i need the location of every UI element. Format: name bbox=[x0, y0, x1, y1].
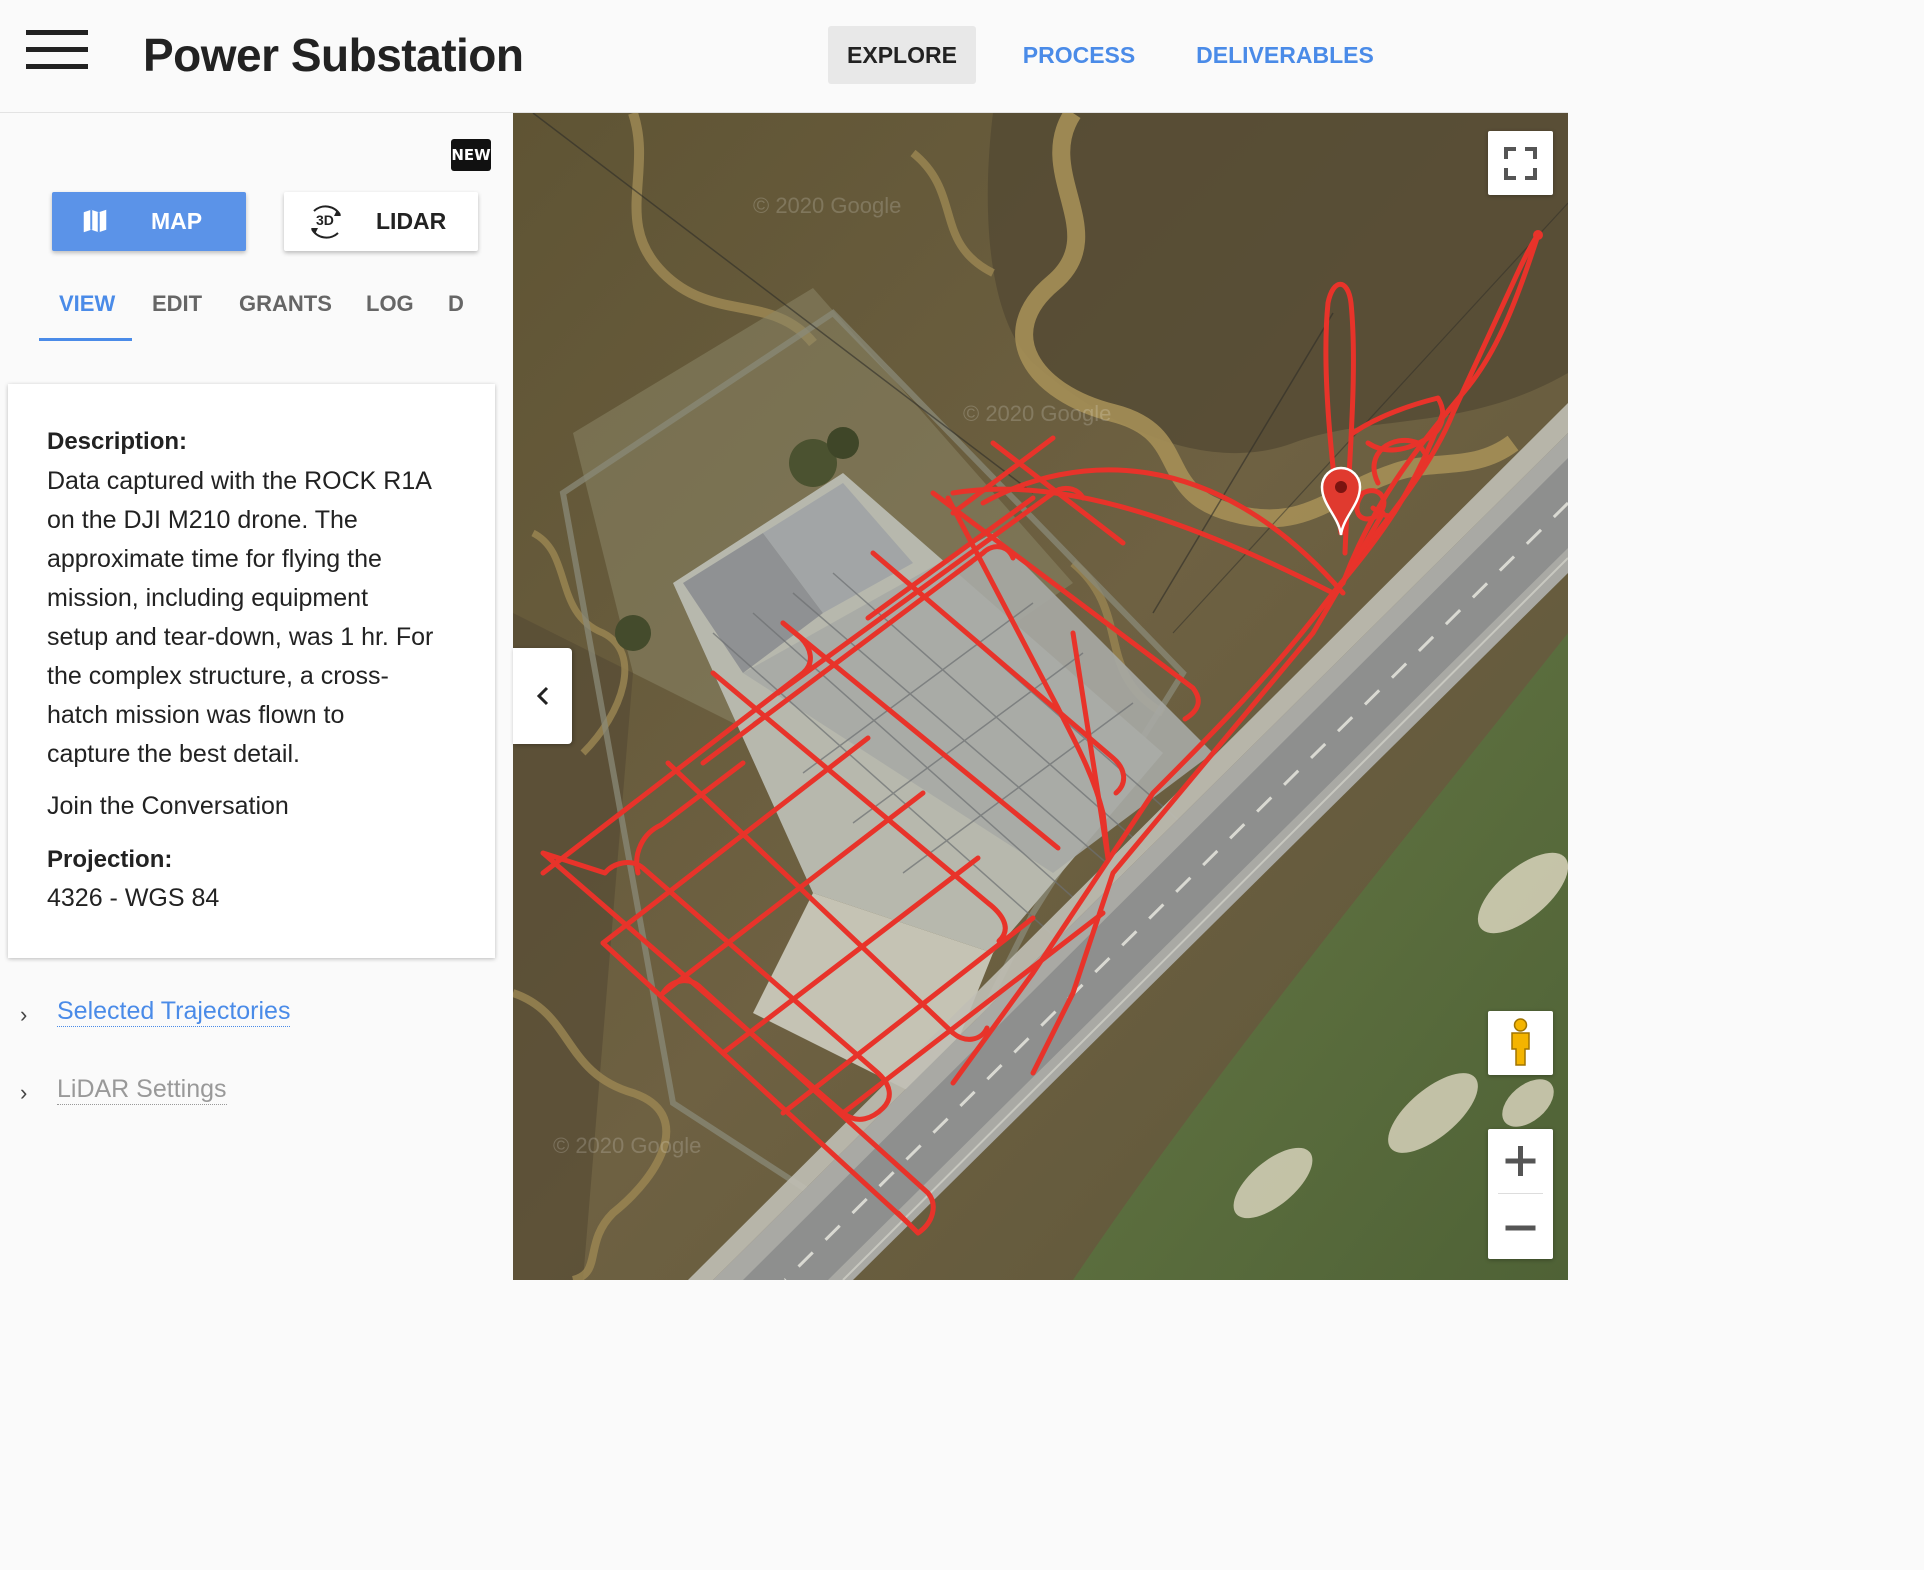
3d-rotate-icon: 3D bbox=[306, 203, 346, 241]
lidar-button-label: LIDAR bbox=[376, 208, 447, 234]
chevron-right-icon: › bbox=[20, 1002, 28, 1027]
map-icon bbox=[80, 206, 110, 241]
projection-label: Projection: bbox=[47, 846, 173, 873]
lidar-view-button[interactable]: 3D LIDAR bbox=[284, 192, 478, 251]
tab-explore[interactable]: EXPLORE bbox=[828, 26, 976, 84]
hamburger-menu-icon[interactable] bbox=[26, 30, 88, 70]
satellite-map[interactable]: © 2020 Google © 2020 Google © 2020 Googl… bbox=[513, 113, 1568, 1280]
lidar-settings-label: LiDAR Settings bbox=[57, 1075, 227, 1105]
map-watermark: © 2020 Google bbox=[963, 401, 1111, 426]
collapse-sidebar-button[interactable] bbox=[513, 648, 572, 744]
zoom-out-icon bbox=[1505, 1225, 1536, 1231]
subtab-grants[interactable]: GRANTS bbox=[239, 287, 332, 327]
fullscreen-button[interactable] bbox=[1488, 131, 1553, 195]
fullscreen-icon bbox=[1504, 147, 1537, 180]
zoom-in-icon bbox=[1505, 1146, 1536, 1176]
3d-icon-text: 3D bbox=[316, 212, 334, 228]
zoom-control bbox=[1488, 1129, 1553, 1259]
description-label: Description: bbox=[47, 428, 188, 455]
new-badge: NEW bbox=[451, 139, 491, 171]
description-line: mission, including equipment bbox=[47, 584, 369, 612]
chevron-right-icon: › bbox=[20, 1080, 28, 1105]
description-line: approximate time for flying the bbox=[47, 545, 382, 573]
page-title: Power Substation bbox=[143, 29, 524, 81]
active-tab-indicator bbox=[39, 338, 132, 341]
street-view-pegman-icon bbox=[1511, 1018, 1530, 1066]
map-view-button[interactable]: MAP bbox=[52, 192, 246, 251]
details-card: Description: Data captured with the ROCK… bbox=[8, 384, 495, 958]
street-view-button[interactable] bbox=[1488, 1011, 1553, 1075]
projection-value: 4326 - WGS 84 bbox=[47, 884, 220, 912]
description-line: setup and tear-down, was 1 hr. For bbox=[47, 623, 434, 651]
map-button-label: MAP bbox=[151, 208, 203, 234]
join-conversation-link[interactable]: Join the Conversation bbox=[47, 792, 289, 821]
subtab-log[interactable]: LOG bbox=[366, 287, 414, 327]
subtab-d[interactable]: D bbox=[448, 287, 464, 327]
location-marker-icon[interactable] bbox=[1319, 465, 1363, 537]
lidar-settings-expander[interactable]: › LiDAR Settings bbox=[20, 1074, 280, 1110]
description-line: Data captured with the ROCK R1A bbox=[47, 467, 432, 495]
description-text: Data captured with the ROCK R1A on the D… bbox=[47, 462, 467, 774]
chevron-left-icon bbox=[536, 686, 549, 706]
map-watermark: © 2020 Google bbox=[553, 1133, 701, 1158]
description-line: hatch mission was flown to bbox=[47, 701, 345, 729]
description-line: the complex structure, a cross- bbox=[47, 662, 389, 690]
top-app-bar: Power Substation EXPLORE PROCESS DELIVER… bbox=[0, 0, 1568, 113]
description-line: on the DJI M210 drone. The bbox=[47, 506, 358, 534]
map-watermark: © 2020 Google bbox=[753, 193, 901, 218]
zoom-out-button[interactable] bbox=[1488, 1194, 1553, 1259]
selected-trajectories-label: Selected Trajectories bbox=[57, 997, 291, 1027]
tab-deliverables[interactable]: DELIVERABLES bbox=[1185, 26, 1385, 84]
map-imagery: © 2020 Google © 2020 Google © 2020 Googl… bbox=[513, 113, 1568, 1280]
tab-process[interactable]: PROCESS bbox=[1008, 26, 1150, 84]
zoom-in-button[interactable] bbox=[1488, 1129, 1553, 1193]
subtab-edit[interactable]: EDIT bbox=[152, 287, 202, 327]
selected-trajectories-expander[interactable]: › Selected Trajectories bbox=[20, 996, 320, 1032]
subtab-view[interactable]: VIEW bbox=[59, 287, 115, 327]
description-line: capture the best detail. bbox=[47, 740, 300, 768]
